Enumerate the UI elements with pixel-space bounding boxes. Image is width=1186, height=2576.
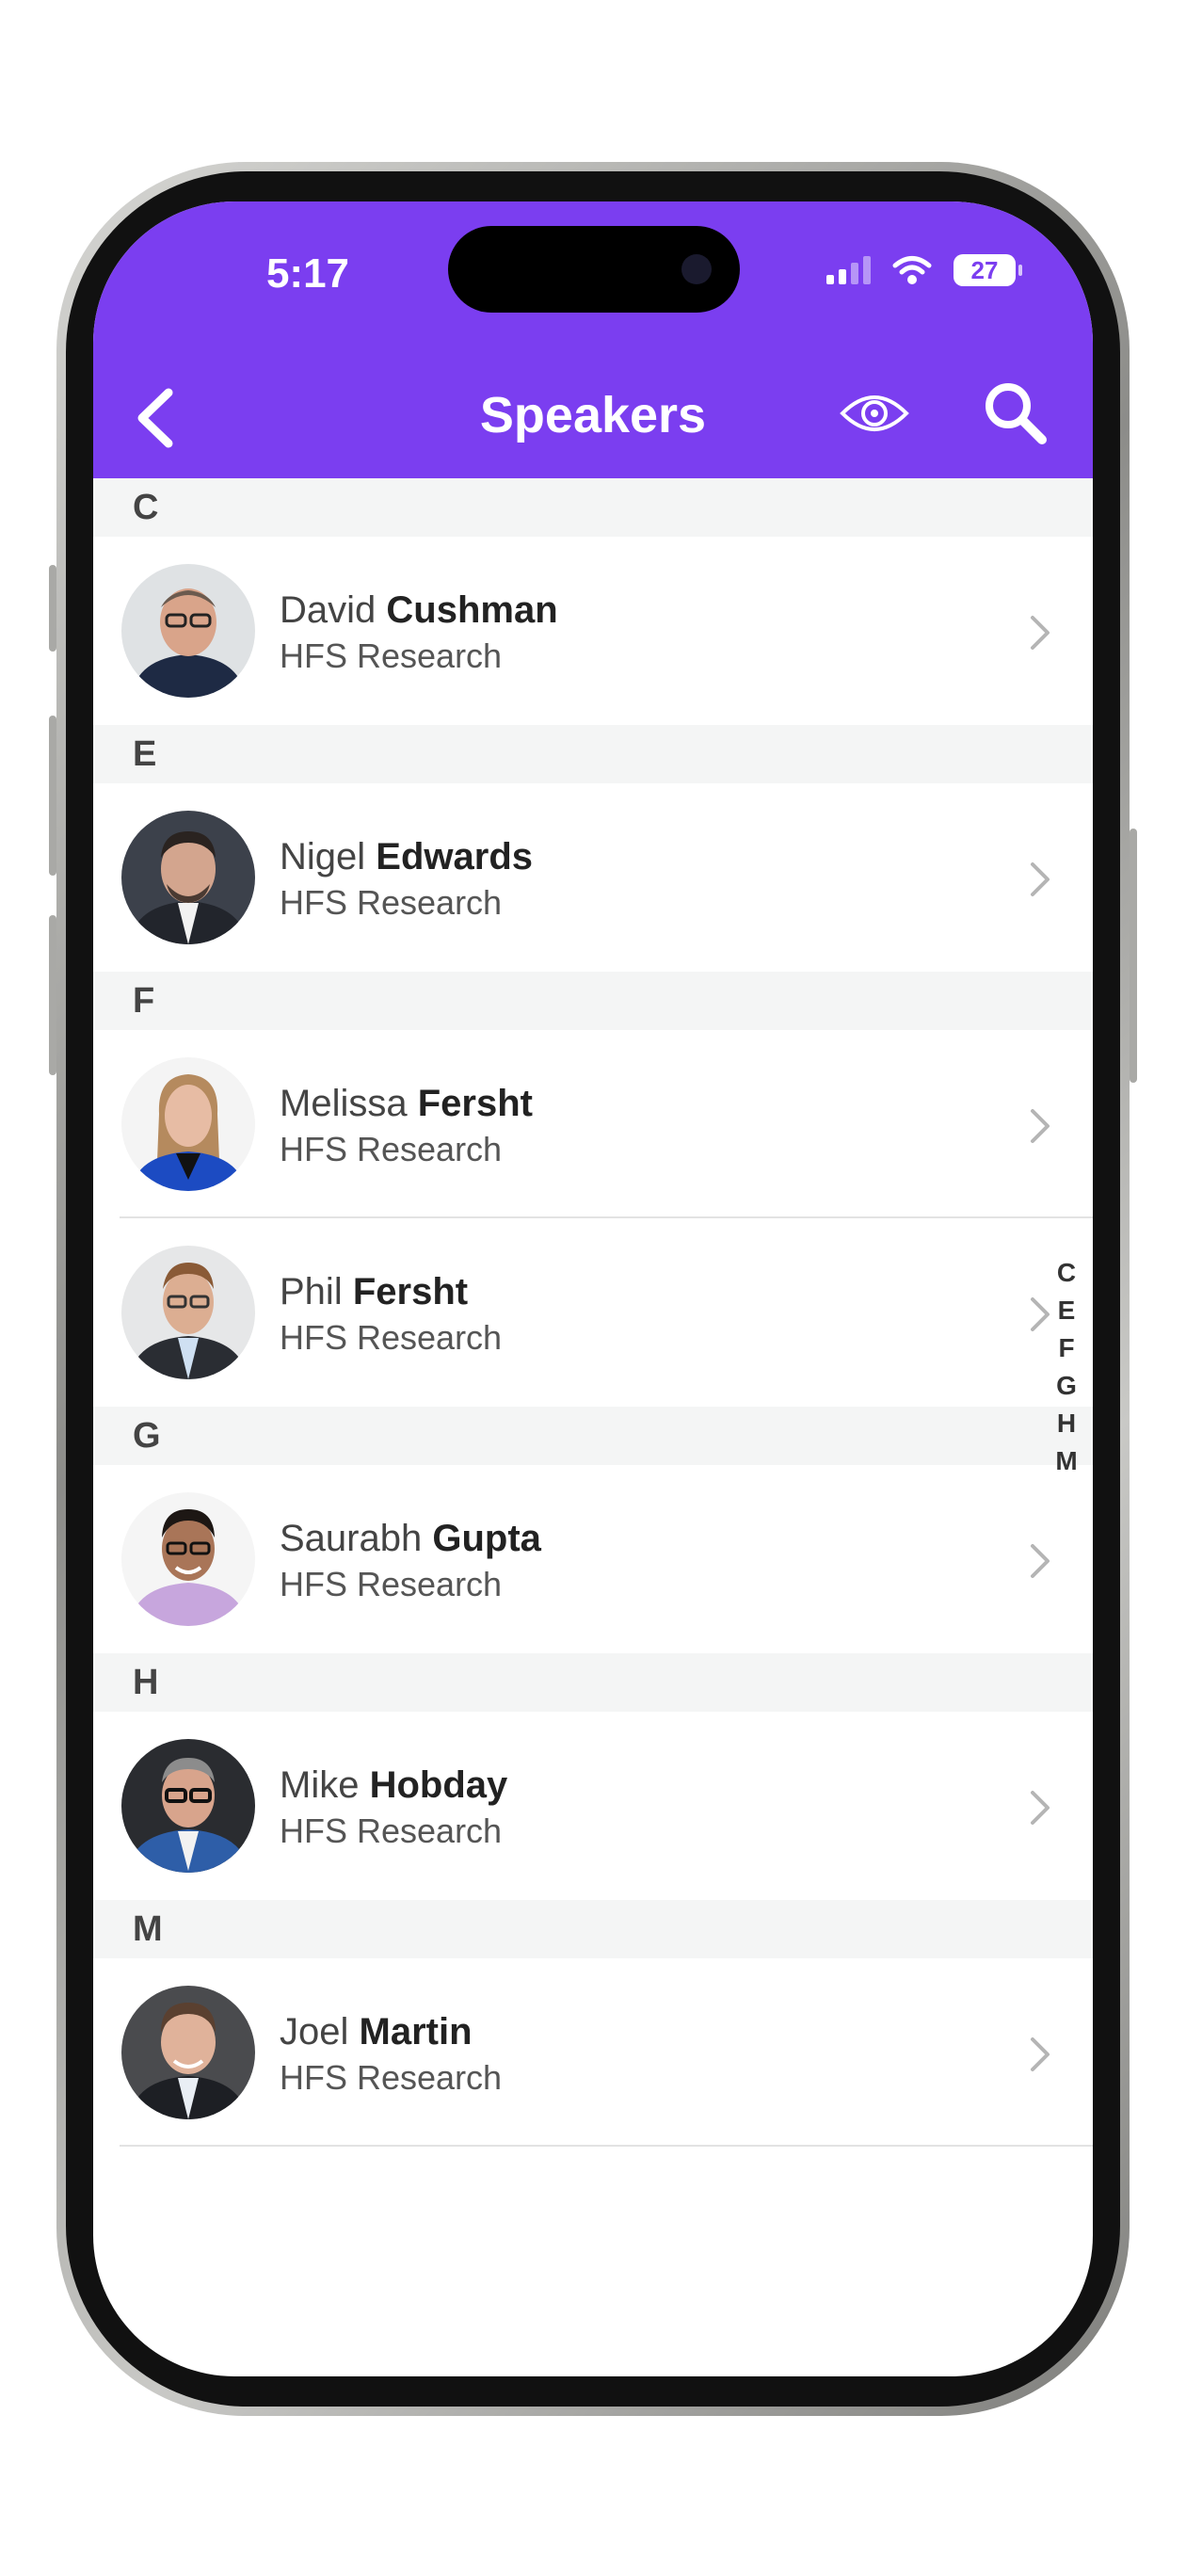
first-name: Joel [280,2011,349,2053]
chevron-right-icon [1031,1109,1050,1143]
speaker-row[interactable]: Phil Fersht HFS Research [93,1218,1093,1407]
speaker-name: Phil Fersht [280,1271,468,1313]
volume-down-button [49,915,56,1075]
first-name: Saurabh [280,1518,423,1559]
avatar [121,811,255,944]
section-header-g: G [93,1407,1093,1465]
index-letter-h[interactable]: H [1057,1405,1076,1442]
speaker-row[interactable]: Saurabh Gupta HFS Research [93,1465,1093,1653]
wifi-icon [892,256,932,284]
speaker-company: HFS Research [280,1565,503,1603]
speaker-row[interactable]: Mike Hobday HFS Research [93,1712,1093,1900]
section-index-bar[interactable]: C E F G H M [1046,1254,1087,1480]
speaker-company: HFS Research [280,1318,503,1357]
last-name: Martin [359,2011,473,2053]
avatar [121,1739,255,1873]
status-time: 5:17 [265,250,350,297]
first-name: Nigel [280,836,366,877]
search-icon[interactable] [978,376,1053,451]
speaker-name: David Cushman [280,589,558,632]
speaker-list: C David Cushman HFS Research E Nigel Edw… [93,478,1093,2147]
section-header-e: E [93,725,1093,783]
index-letter-c[interactable]: C [1057,1254,1076,1292]
cellular-signal-icon [826,256,871,284]
app-screen: 5:17 27 Speakers C David Cushman HFS Res… [93,201,1093,2376]
first-name: Phil [280,1271,343,1312]
index-letter-g[interactable]: G [1056,1367,1077,1405]
chevron-right-icon [1031,616,1050,650]
speaker-name: Nigel Edwards [280,836,533,878]
speaker-company: HFS Research [280,883,503,922]
speaker-row[interactable]: Nigel Edwards HFS Research [93,783,1093,972]
section-header-f: F [93,972,1093,1030]
avatar [121,1246,255,1379]
first-name: Melissa [280,1083,408,1124]
speaker-company: HFS Research [280,1130,503,1168]
chevron-right-icon [1031,1544,1050,1578]
app-header: 5:17 27 Speakers [93,201,1093,478]
last-name: Fersht [417,1083,533,1124]
chevron-right-icon [1031,862,1050,896]
index-letter-f[interactable]: F [1058,1329,1074,1367]
speaker-row[interactable]: Joel Martin HFS Research [93,1958,1093,2147]
avatar [121,1492,255,1626]
speaker-name: Melissa Fersht [280,1083,533,1125]
section-header-c: C [93,478,1093,537]
speaker-name: Saurabh Gupta [280,1518,541,1560]
status-icons: 27 [826,254,1022,286]
speaker-name: Joel Martin [280,2011,473,2053]
first-name: Mike [280,1764,360,1806]
speaker-company: HFS Research [280,636,503,675]
section-header-m: M [93,1900,1093,1958]
avatar [121,564,255,698]
section-header-h: H [93,1653,1093,1712]
speaker-row[interactable]: David Cushman HFS Research [93,537,1093,725]
eye-icon[interactable] [837,385,912,442]
battery-indicator: 27 [954,254,1022,286]
page-title: Speakers [479,387,707,443]
speaker-row[interactable]: Melissa Fersht HFS Research [93,1030,1093,1218]
speaker-company: HFS Research [280,1811,503,1850]
power-button [1130,829,1137,1083]
last-name: Hobday [369,1764,508,1806]
last-name: Fersht [352,1271,469,1312]
last-name: Cushman [386,589,558,631]
first-name: David [280,589,377,631]
dynamic-island [448,226,740,313]
index-letter-m[interactable]: M [1055,1442,1077,1480]
camera-icon [681,254,712,284]
volume-up-button [49,716,56,876]
speaker-company: HFS Research [280,2058,503,2097]
silent-switch [49,565,56,652]
last-name: Gupta [432,1518,541,1559]
avatar [121,1986,255,2119]
chevron-right-icon [1031,1791,1050,1825]
avatar [121,1057,255,1191]
speaker-name: Mike Hobday [280,1764,507,1807]
last-name: Edwards [376,836,533,877]
index-letter-e[interactable]: E [1058,1292,1076,1329]
chevron-right-icon [1031,2037,1050,2071]
